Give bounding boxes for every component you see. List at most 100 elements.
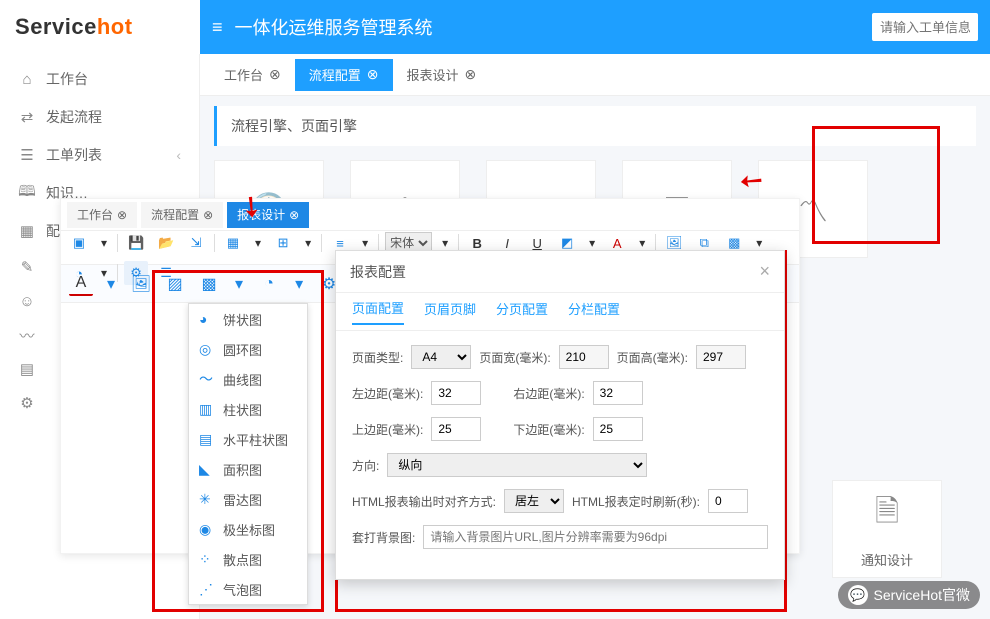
margin-right-input[interactable] [593, 381, 643, 405]
field-label: 右边距(毫米): [513, 385, 584, 402]
close-icon[interactable]: ⊗ [203, 208, 213, 222]
menu-item-label: 饼状图 [223, 310, 262, 329]
radar-icon: ✳ [199, 491, 215, 508]
page-type-select[interactable]: A4 [411, 345, 471, 369]
chart-menu-curve[interactable]: 〜曲线图 [189, 364, 307, 394]
designer-tab-flow[interactable]: 流程配置 ⊗ [141, 202, 223, 228]
dropdown-caret-icon[interactable]: ▾ [103, 272, 119, 296]
table-icon[interactable]: ▦ [221, 231, 245, 255]
tab-label: 报表设计 [237, 206, 285, 223]
sidebar-item-startflow[interactable]: ⇄发起流程 [0, 98, 199, 136]
field-label: 左边距(毫米): [352, 385, 423, 402]
refresh-interval-input[interactable] [708, 489, 748, 513]
breadcrumb-panel: 流程引擎、页面引擎 [214, 106, 976, 146]
chart-type-menu: ◕ 饼状图 ◎圆环图 〜曲线图 ▥ 柱状图 ▤水平柱状图 ◣面积图 ✳ 雷达图 ◉极坐… [188, 303, 308, 605]
modal-tab-headerfooter[interactable]: 页眉页脚 [424, 299, 476, 324]
tab-label: 工作台 [77, 206, 113, 223]
card-label: 通知设计 [861, 550, 913, 569]
page-height-input[interactable] [696, 345, 746, 369]
page-width-input[interactable] [559, 345, 609, 369]
margin-left-input[interactable] [431, 381, 481, 405]
report-config-modal: 报表配置 × 页面配置 页眉页脚 分页配置 分栏配置 页面类型: A4 页面宽(… [335, 250, 785, 580]
tab-reportdesign[interactable]: 报表设计 ⊗ [393, 59, 491, 91]
chart-menu-pie[interactable]: ◕ 饼状图 [189, 304, 307, 334]
image-icon[interactable]: 🖼 [129, 272, 153, 296]
modal-tab-page[interactable]: 页面配置 [352, 298, 404, 325]
bar-icon: ▥ [199, 401, 215, 418]
modal-tab-columns[interactable]: 分栏配置 [568, 299, 620, 324]
orientation-select[interactable]: 纵向 [387, 453, 647, 477]
separator [117, 234, 118, 252]
open-icon[interactable]: 📂 [154, 231, 178, 255]
tab-workbench[interactable]: 工作台⊗ [210, 59, 295, 91]
menu-item-label: 曲线图 [223, 370, 262, 389]
user-icon: ☺ [18, 293, 36, 310]
tab-flowconfig[interactable]: 流程配置⊗ [295, 59, 393, 91]
chart-menu-polar[interactable]: ◉极坐标图 [189, 514, 307, 544]
dropdown-caret-icon[interactable]: ▾ [291, 272, 307, 296]
book-icon: 🕮 [18, 181, 36, 206]
menu-item-label: 雷达图 [223, 490, 262, 509]
modal-title: 报表配置 [350, 262, 406, 282]
chart-menu-bubble[interactable]: ⋰气泡图 [189, 574, 307, 604]
field-label: 页面类型: [352, 349, 403, 366]
table-icon: ▦ [18, 222, 36, 240]
modal-body: 页面类型: A4 页面宽(毫米): 页面高(毫米): 左边距(毫米): 右边距(… [336, 331, 784, 579]
chart-menu-bar[interactable]: ▥ 柱状图 [189, 394, 307, 424]
font-color-icon[interactable]: A [69, 272, 93, 296]
dropdown-caret-icon[interactable]: ▾ [251, 231, 265, 255]
margin-bottom-input[interactable] [593, 417, 643, 441]
close-icon[interactable]: ⊗ [289, 208, 299, 222]
chart-menu-donut[interactable]: ◎圆环图 [189, 334, 307, 364]
preview-icon[interactable]: ▣ [67, 231, 91, 255]
chart-menu-icon[interactable]: ◔ [257, 272, 281, 296]
chevron-left-icon: ‹ [176, 147, 181, 163]
menu-item-label: 极坐标图 [223, 520, 275, 539]
picture-icon[interactable]: ▨ [163, 272, 187, 296]
hamburger-icon[interactable]: ≡ [212, 17, 223, 38]
close-icon[interactable]: ⊗ [367, 66, 379, 83]
chart-menu-scatter[interactable]: ⁘散点图 [189, 544, 307, 574]
sidebar-item-workbench[interactable]: ⌂工作台 [0, 60, 199, 98]
search-input[interactable] [880, 20, 970, 35]
menu-item-label: 柱状图 [223, 400, 262, 419]
close-icon[interactable]: ⊗ [465, 66, 477, 83]
tab-label: 流程配置 [151, 206, 199, 223]
field-label: HTML报表输出时对齐方式: [352, 493, 496, 510]
list-icon: ☰ [18, 146, 36, 164]
dropdown-caret-icon[interactable]: ▾ [231, 272, 247, 296]
edit-icon: ✎ [18, 258, 36, 276]
header-title: 一体化运维服务管理系统 [235, 14, 872, 40]
pie-icon: ◕ [199, 311, 215, 327]
search-input-wrap[interactable] [872, 13, 978, 41]
close-icon[interactable]: × [759, 261, 770, 282]
html-align-select[interactable]: 居左 [504, 489, 564, 513]
chart-menu-area[interactable]: ◣面积图 [189, 454, 307, 484]
dropdown-caret-icon[interactable]: ▾ [301, 231, 315, 255]
close-icon[interactable]: ⊗ [269, 66, 281, 83]
bubble-icon: ⋰ [199, 581, 215, 598]
modal-tab-paging[interactable]: 分页配置 [496, 299, 548, 324]
import-icon[interactable]: ⇲ [184, 231, 208, 255]
field-label: 套打背景图: [352, 529, 415, 546]
close-icon[interactable]: ⊗ [117, 208, 127, 222]
sidebar-item-ticketlist[interactable]: ☰工单列表‹ [0, 136, 199, 174]
separator [321, 234, 322, 252]
save-icon[interactable]: 💾 [124, 231, 148, 255]
card-notification-design[interactable]: 🗎 通知设计 [832, 480, 942, 578]
separator [214, 234, 215, 252]
menu-item-label: 圆环图 [223, 340, 262, 359]
designer-tab-report[interactable]: 报表设计 ⊗ [227, 202, 309, 228]
modal-tabs: 页面配置 页眉页脚 分页配置 分栏配置 [336, 293, 784, 331]
chart-menu-hbar[interactable]: ▤水平柱状图 [189, 424, 307, 454]
chart-menu-radar[interactable]: ✳ 雷达图 [189, 484, 307, 514]
wechat-label: ServiceHot官微 [874, 585, 970, 605]
margin-top-input[interactable] [431, 417, 481, 441]
dropdown-caret-icon[interactable]: ▾ [97, 231, 111, 255]
merge-icon[interactable]: ⊞ [271, 231, 295, 255]
field-label: 下边距(毫米): [513, 421, 584, 438]
qrcode-icon[interactable]: ▩ [197, 272, 221, 296]
background-url-input[interactable] [423, 525, 768, 549]
designer-tab-workbench[interactable]: 工作台 ⊗ [67, 202, 137, 228]
tab-label: 报表设计 [407, 65, 459, 84]
